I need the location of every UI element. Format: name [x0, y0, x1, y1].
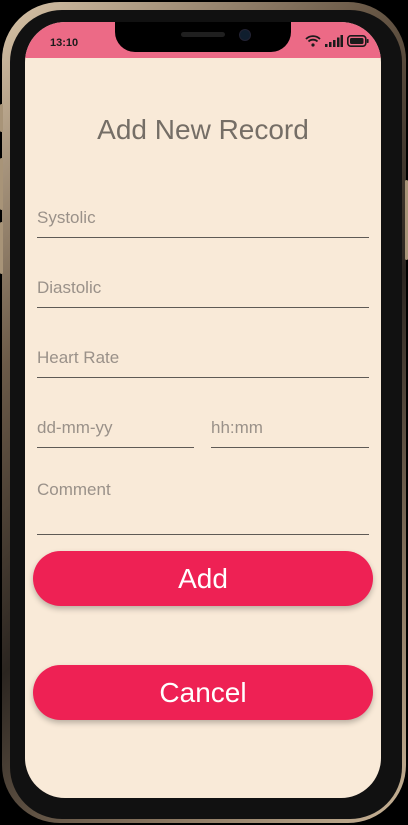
notch — [115, 22, 291, 52]
systolic-field-container — [37, 206, 369, 238]
comment-field[interactable] — [37, 480, 369, 504]
cancel-button[interactable]: Cancel — [33, 665, 373, 720]
heart-rate-field-container — [37, 346, 369, 378]
front-camera — [239, 29, 251, 41]
page-title: Add New Record — [97, 114, 309, 145]
battery-icon — [347, 35, 369, 47]
wifi-icon — [305, 35, 321, 47]
status-bar: 13:10 — [25, 22, 381, 58]
status-time: 13:10 — [50, 37, 79, 49]
status-icons — [305, 35, 369, 47]
volume-up-button — [0, 158, 3, 210]
add-button[interactable]: Add — [33, 551, 373, 606]
diastolic-field[interactable] — [37, 276, 369, 300]
speaker — [181, 32, 225, 37]
date-field-container — [37, 416, 194, 448]
signal-icon — [325, 35, 343, 47]
diastolic-field-container — [37, 276, 369, 308]
time-field-container — [211, 416, 369, 448]
app-screen: 13:10 Add New Record Systolic Diastolic … — [25, 22, 381, 798]
volume-down-button — [0, 222, 3, 274]
date-field[interactable] — [37, 416, 194, 440]
heart-rate-field[interactable] — [37, 346, 369, 370]
time-field[interactable] — [211, 416, 369, 440]
systolic-field[interactable] — [37, 206, 369, 230]
comment-field-container — [37, 480, 369, 535]
mute-switch — [0, 104, 3, 132]
